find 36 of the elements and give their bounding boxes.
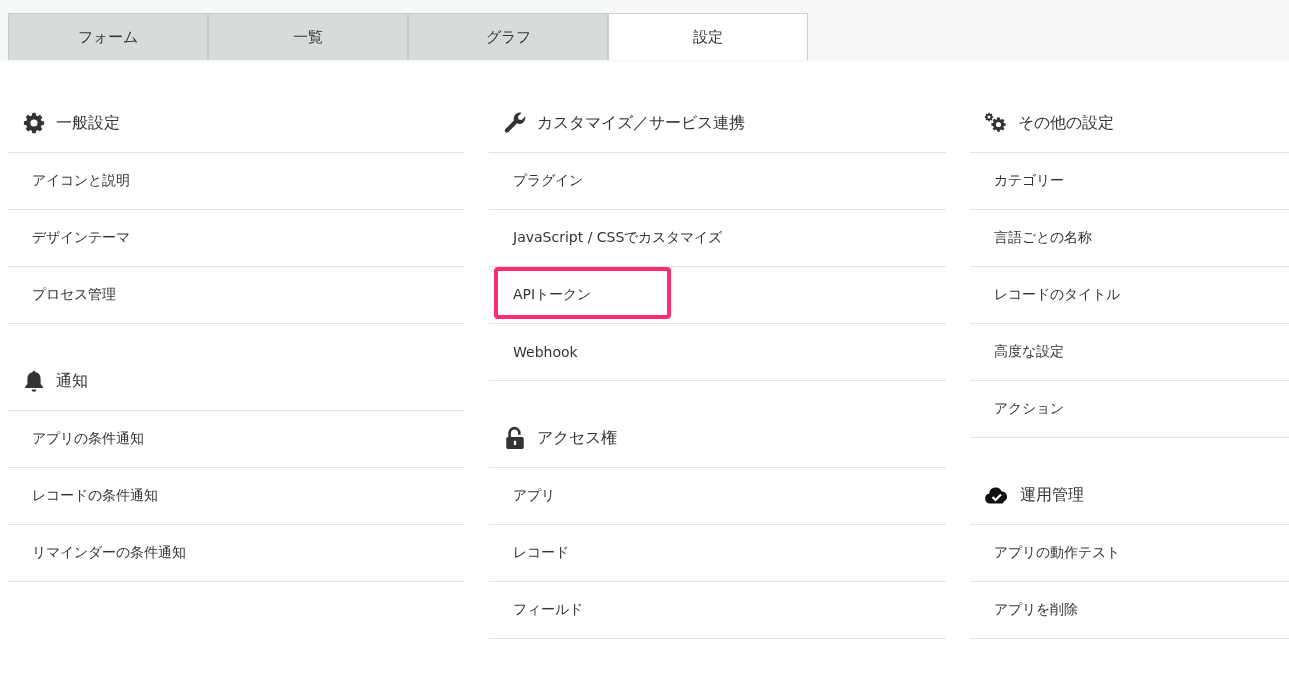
settings-link[interactable]: アプリ: [513, 487, 555, 505]
tab[interactable]: 設定: [608, 13, 808, 60]
settings-link[interactable]: 高度な設定: [994, 343, 1064, 361]
section-heading: 一般設定: [56, 112, 120, 134]
cloud-check-icon: [984, 485, 1010, 505]
tab[interactable]: 一覧: [208, 13, 408, 60]
wrench-icon: [503, 111, 527, 135]
gear-icon: [22, 111, 46, 135]
section-heading: 運用管理: [1020, 484, 1084, 506]
tab[interactable]: フォーム: [8, 13, 208, 60]
settings-link[interactable]: レコードのタイトル: [994, 286, 1120, 304]
settings-link[interactable]: カテゴリー: [994, 172, 1064, 190]
settings-link[interactable]: プラグイン: [513, 172, 583, 190]
settings-link[interactable]: アプリを削除: [994, 601, 1078, 619]
settings-link[interactable]: アプリの動作テスト: [994, 544, 1120, 562]
section-heading: その他の設定: [1018, 112, 1114, 134]
settings-link[interactable]: レコードの条件通知: [32, 487, 158, 505]
settings-link[interactable]: デザインテーマ: [32, 229, 130, 247]
settings-link[interactable]: アプリの条件通知: [32, 430, 144, 448]
settings-link[interactable]: レコード: [513, 544, 569, 562]
settings-link[interactable]: プロセス管理: [32, 286, 116, 304]
settings-link[interactable]: リマインダーの条件通知: [32, 544, 186, 562]
tab[interactable]: グラフ: [408, 13, 608, 60]
settings-link[interactable]: Webhook: [513, 344, 578, 360]
settings-link[interactable]: フィールド: [513, 601, 583, 619]
settings-link[interactable]: アクション: [994, 400, 1064, 418]
settings-link[interactable]: APIトークン: [513, 286, 592, 304]
settings-link[interactable]: JavaScript / CSSでカスタマイズ: [513, 229, 723, 247]
unlocked-padlock-icon: [503, 426, 527, 450]
section-heading: アクセス権: [537, 427, 617, 449]
section-heading: 通知: [56, 370, 88, 392]
gears-icon: [984, 111, 1008, 135]
bell-icon: [22, 369, 46, 393]
section-heading: カスタマイズ／サービス連携: [537, 112, 745, 134]
settings-link[interactable]: 言語ごとの名称: [994, 229, 1092, 247]
settings-link[interactable]: アイコンと説明: [32, 172, 130, 190]
